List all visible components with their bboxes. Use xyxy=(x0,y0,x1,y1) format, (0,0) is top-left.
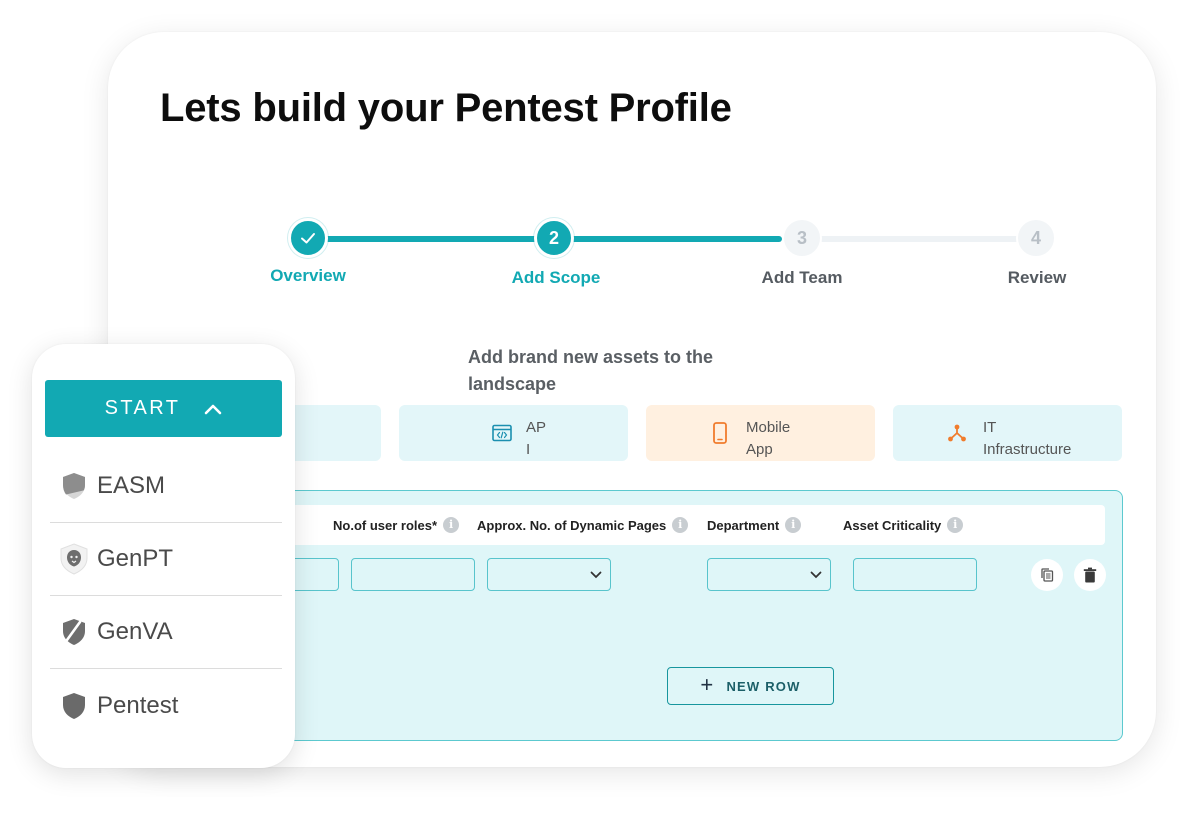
info-icon[interactable]: i xyxy=(443,517,460,533)
info-icon[interactable]: i xyxy=(672,517,689,533)
asset-tile-mobile-app-label: Mobile App xyxy=(746,419,791,458)
user-roles-input[interactable] xyxy=(351,558,475,591)
menu-item-easm-label: EASM xyxy=(97,472,166,499)
step-review-label[interactable]: Review xyxy=(1008,268,1067,288)
column-asset-criticality: Asset Criticality i xyxy=(843,517,964,533)
step-add-team-circle[interactable]: 3 xyxy=(782,218,822,258)
shield-half-icon xyxy=(59,471,89,501)
asset-tile-it-infrastructure[interactable]: IT Infrastructure xyxy=(893,405,1122,461)
asset-tile-api-label: AP I xyxy=(526,419,547,458)
duplicate-row-button[interactable] xyxy=(1031,559,1063,591)
column-dynamic-pages-label: Approx. No. of Dynamic Pages xyxy=(477,517,667,533)
chevron-down-icon xyxy=(810,571,822,578)
chevron-down-icon xyxy=(590,571,602,578)
add-assets-heading: Add brand new assets to the landscape xyxy=(468,347,714,394)
api-code-icon xyxy=(490,421,514,445)
network-nodes-icon xyxy=(945,421,969,445)
menu-item-pentest[interactable]: Pentest xyxy=(50,669,282,742)
column-user-roles-label: No.of user roles* xyxy=(333,517,438,533)
step-add-scope-label[interactable]: Add Scope xyxy=(512,268,601,288)
delete-row-button[interactable] xyxy=(1074,559,1106,591)
lion-shield-icon xyxy=(59,543,89,575)
column-user-roles: No.of user roles* i xyxy=(333,517,460,533)
plus-icon: + xyxy=(700,672,715,697)
mobile-phone-icon xyxy=(708,421,732,445)
chevron-up-icon xyxy=(205,404,222,414)
progress-stepper: Overview 2 Add Scope 3 Add Team 4 Review xyxy=(108,32,1156,332)
check-icon xyxy=(301,233,315,244)
start-button[interactable]: START xyxy=(45,380,282,437)
asset-tile-it-infrastructure-label: IT Infrastructure xyxy=(983,419,1072,458)
trash-icon xyxy=(1083,567,1097,583)
new-row-label: NEW ROW xyxy=(726,678,801,694)
department-select[interactable] xyxy=(707,558,831,591)
copy-icon xyxy=(1041,568,1054,582)
asset-tile-api[interactable]: AP I xyxy=(399,405,628,461)
shield-slash-icon xyxy=(59,617,89,647)
shield-icon xyxy=(59,691,89,721)
start-button-label: START xyxy=(104,397,181,419)
table-header: No.of user roles* i Approx. No. of Dynam… xyxy=(259,505,1105,545)
menu-item-easm[interactable]: EASM xyxy=(50,450,282,523)
asset-tile-mobile-app[interactable]: Mobile App xyxy=(646,405,875,461)
step-add-team-label[interactable]: Add Team xyxy=(762,268,843,288)
column-department: Department i xyxy=(707,517,802,533)
menu-item-genva-label: GenVA xyxy=(97,618,173,645)
column-asset-criticality-label: Asset Criticality xyxy=(843,517,942,533)
scope-table-panel: No.of user roles* i Approx. No. of Dynam… xyxy=(258,490,1123,741)
step-overview-label[interactable]: Overview xyxy=(270,266,346,286)
asset-criticality-input[interactable] xyxy=(853,558,977,591)
menu-item-genpt[interactable]: GenPT xyxy=(50,523,282,596)
menu-item-genva[interactable]: GenVA xyxy=(50,596,282,669)
step-review-circle[interactable]: 4 xyxy=(1016,218,1056,258)
info-icon[interactable]: i xyxy=(785,517,802,533)
info-icon[interactable]: i xyxy=(947,517,964,533)
column-dynamic-pages: Approx. No. of Dynamic Pages i xyxy=(477,517,689,533)
new-row-button[interactable]: + NEW ROW xyxy=(667,667,834,705)
menu-item-pentest-label: Pentest xyxy=(97,691,179,719)
step-overview-circle[interactable] xyxy=(288,218,328,258)
dynamic-pages-select[interactable] xyxy=(487,558,611,591)
step-add-scope-circle[interactable]: 2 xyxy=(534,218,574,258)
menu-item-genpt-label: GenPT xyxy=(97,545,174,572)
column-department-label: Department xyxy=(707,517,780,533)
product-menu-card: START EASM GenPT GenVA Pentest xyxy=(32,344,295,768)
